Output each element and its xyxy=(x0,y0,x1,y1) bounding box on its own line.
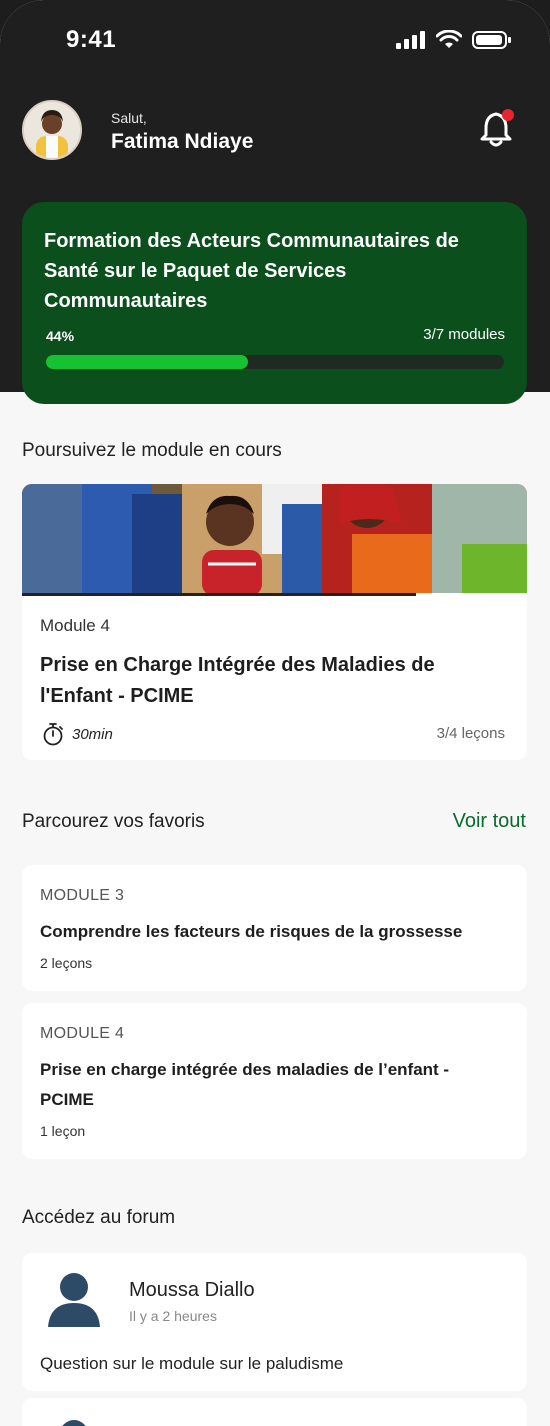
app-screen: 9:41 Salut, Fatima Ndiaye Formation des … xyxy=(0,0,550,1426)
forum-post-card-partial[interactable] xyxy=(22,1398,527,1426)
favorite-module-label: MODULE 3 xyxy=(40,887,125,904)
user-greeting: Salut, Fatima Ndiaye xyxy=(22,98,528,162)
status-icons xyxy=(396,30,512,50)
status-time: 9:41 xyxy=(66,26,117,53)
greeting-label: Salut, xyxy=(111,110,147,126)
user-name: Fatima Ndiaye xyxy=(111,130,254,153)
module-cover-image xyxy=(22,484,527,596)
course-progress-bar xyxy=(46,355,504,369)
favorite-title: Comprendre les facteurs de risques de la… xyxy=(40,922,463,941)
forum-question: Question sur le module sur le paludisme xyxy=(40,1354,344,1373)
battery-icon xyxy=(472,31,511,49)
status-bar: 9:41 xyxy=(0,0,550,80)
forum-post-time: Il y a 2 heures xyxy=(129,1308,217,1324)
module-label: Module 4 xyxy=(40,616,110,635)
current-module-card[interactable]: Module 4 Prise en Charge Intégrée des Ma… xyxy=(22,484,527,760)
favorite-module-label: MODULE 4 xyxy=(40,1025,125,1042)
see-all-favorites-link[interactable]: Voir tout xyxy=(453,810,526,833)
stopwatch-icon xyxy=(43,723,63,746)
favorite-lessons: 1 leçon xyxy=(40,1123,86,1139)
user-silhouette-icon xyxy=(62,1420,86,1426)
course-progress-fill xyxy=(46,355,248,369)
signal-icon xyxy=(396,31,425,49)
favorite-lessons: 2 leçons xyxy=(40,955,93,971)
course-progress-percent: 44% xyxy=(46,328,75,344)
favorite-card[interactable]: MODULE 3 Comprendre les facteurs de risq… xyxy=(22,865,527,991)
module-duration: 30min xyxy=(42,722,113,746)
favorite-title: Prise en charge intégrée des maladies de… xyxy=(40,1060,450,1109)
module-progress-bar xyxy=(22,593,527,596)
favorite-card[interactable]: MODULE 4 Prise en charge intégrée des ma… xyxy=(22,1003,527,1159)
bell-icon xyxy=(480,109,514,147)
module-lessons-progress: 3/4 leçons xyxy=(436,725,505,742)
module-progress-fill xyxy=(22,593,416,596)
favorites-section-heading: Parcourez vos favoris xyxy=(22,811,205,832)
current-course-card[interactable]: Formation des Acteurs Communautaires de … xyxy=(22,202,527,404)
course-title: Formation des Acteurs Communautaires de … xyxy=(44,230,459,312)
module-duration-text: 30min xyxy=(72,725,113,743)
avatar[interactable] xyxy=(22,100,82,160)
course-modules-count: 3/7 modules xyxy=(423,326,505,343)
module-title: Prise en Charge Intégrée des Maladies de… xyxy=(40,654,435,707)
notifications-button[interactable] xyxy=(480,108,516,148)
forum-section-heading: Accédez au forum xyxy=(22,1207,176,1228)
wifi-icon xyxy=(436,30,462,48)
continue-section-heading: Poursuivez le module en cours xyxy=(22,440,282,461)
forum-post-card[interactable]: Moussa Diallo Il y a 2 heures Question s… xyxy=(22,1253,527,1391)
user-silhouette-icon xyxy=(48,1273,100,1327)
forum-author: Moussa Diallo xyxy=(129,1279,255,1301)
